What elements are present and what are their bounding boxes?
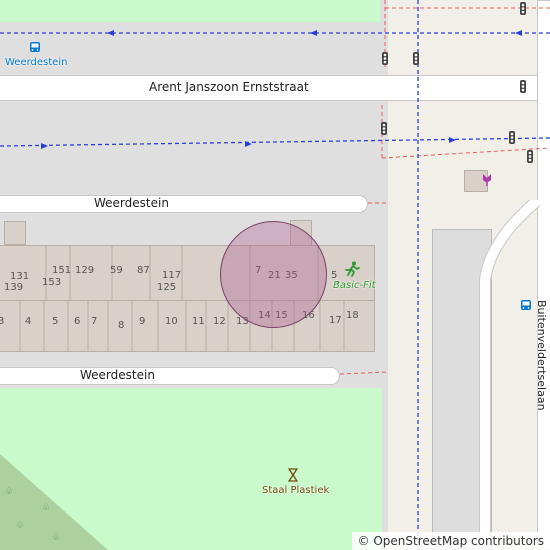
street-label-buitenveldertselaan: Buitenveldertselaan — [535, 300, 548, 411]
street-label-arent-janszoon: Arent Janszoon Ernststraat — [149, 80, 309, 94]
traffic-signal-icon[interactable] — [509, 131, 516, 145]
house-number: 5 — [52, 316, 59, 327]
house-number: 17 — [329, 315, 342, 326]
house-number: 8 — [118, 320, 125, 331]
traffic-signal-icon[interactable] — [520, 80, 527, 94]
traffic-signal-icon[interactable] — [382, 52, 389, 66]
house-number: 131 — [10, 271, 30, 282]
works-label[interactable]: Staal Plastiek — [262, 485, 329, 496]
hardware-shop-icon[interactable] — [481, 172, 493, 186]
location-marker[interactable] — [220, 221, 327, 328]
fitness-icon[interactable] — [344, 261, 360, 277]
street-label-weerdestein-bottom: Weerdestein — [80, 368, 155, 382]
house-number: 117 — [162, 270, 182, 281]
house-number: 10 — [165, 316, 178, 327]
map-canvas[interactable]: ♧ ♧ ♧ ♧ Weerdestein Arent Janszoon Ernst… — [0, 0, 550, 550]
house-number: 139 — [4, 282, 24, 293]
house-number: 129 — [75, 265, 95, 276]
house-number: 4 — [25, 316, 32, 327]
house-number: 7 — [91, 316, 98, 327]
house-number: 11 — [192, 316, 205, 327]
traffic-signal-icon[interactable] — [520, 2, 527, 16]
traffic-signal-icon[interactable] — [527, 150, 534, 164]
house-number: 12 — [213, 316, 226, 327]
house-number: 151 — [52, 265, 72, 276]
house-number: 3 — [0, 316, 5, 327]
attribution[interactable]: © OpenStreetMap contributors — [351, 532, 550, 550]
gym-label[interactable]: Basic-Fit — [333, 280, 376, 291]
house-number: 125 — [157, 282, 177, 293]
house-number: 153 — [42, 277, 62, 288]
house-number: 6 — [74, 316, 81, 327]
bus-station-icon[interactable] — [520, 300, 532, 312]
traffic-signal-icon[interactable] — [381, 122, 388, 136]
house-number: 87 — [137, 265, 150, 276]
traffic-signal-icon[interactable] — [413, 52, 420, 66]
craft-icon[interactable] — [288, 468, 298, 482]
street-label-weerdestein-middle: Weerdestein — [94, 196, 169, 210]
house-number: 18 — [346, 310, 359, 321]
bus-stop-icon[interactable] — [29, 42, 41, 54]
house-number: 59 — [110, 265, 123, 276]
house-number: 9 — [139, 316, 146, 327]
bus-stop-label[interactable]: Weerdestein — [5, 57, 67, 68]
